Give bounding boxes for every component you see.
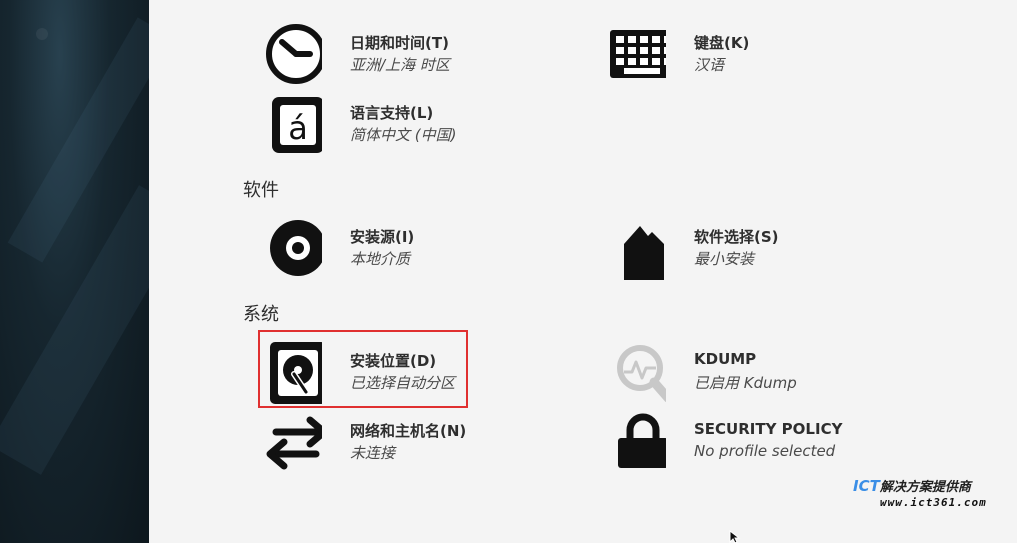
spoke-title: 网络和主机名(N): [350, 422, 467, 440]
spoke-title: 日期和时间(T): [350, 34, 449, 52]
clock-icon: [266, 24, 322, 84]
watermark-brand: ICT: [853, 477, 880, 495]
watermark-text: ICT解决方案提供商: [853, 476, 971, 495]
kdump-search-icon: [617, 345, 666, 403]
spoke-title: 软件选择(S): [694, 228, 779, 246]
sidebar-decoration: [36, 28, 48, 40]
mouse-cursor-icon: [729, 530, 741, 544]
highlight-box: [258, 330, 468, 408]
keyboard-icon: [610, 30, 666, 78]
section-title-system: 系统: [243, 304, 279, 325]
spoke-status: 本地介质: [350, 250, 411, 268]
spoke-status: No profile selected: [694, 442, 836, 460]
spoke-status: 汉语: [694, 56, 725, 74]
spoke-title: SECURITY POLICY: [694, 420, 843, 438]
section-title-software: 软件: [243, 180, 279, 201]
spoke-status: 简体中文 (中国): [350, 126, 457, 144]
lock-icon: [618, 413, 666, 468]
spoke-status: 亚洲/上海 时区: [350, 56, 450, 74]
spoke-status: 未连接: [350, 444, 396, 462]
spoke-status: 最小安装: [694, 250, 755, 268]
watermark-slogan: 解决方案提供商: [879, 480, 971, 495]
watermark-url: www.ict361.com: [880, 496, 987, 509]
spoke-title: 键盘(K): [694, 34, 750, 52]
spoke-status: 已启用 Kdump: [694, 374, 797, 392]
language-icon: á: [272, 97, 322, 153]
spoke-title: 安装源(I): [350, 228, 415, 246]
sidebar-background: [0, 0, 149, 543]
spoke-title: 语言支持(L): [350, 104, 434, 122]
disc-icon: [270, 220, 322, 276]
package-icon: [624, 226, 664, 280]
network-arrows-icon: [266, 416, 322, 470]
svg-text:á: á: [288, 109, 308, 147]
spoke-title: KDUMP: [694, 350, 757, 368]
